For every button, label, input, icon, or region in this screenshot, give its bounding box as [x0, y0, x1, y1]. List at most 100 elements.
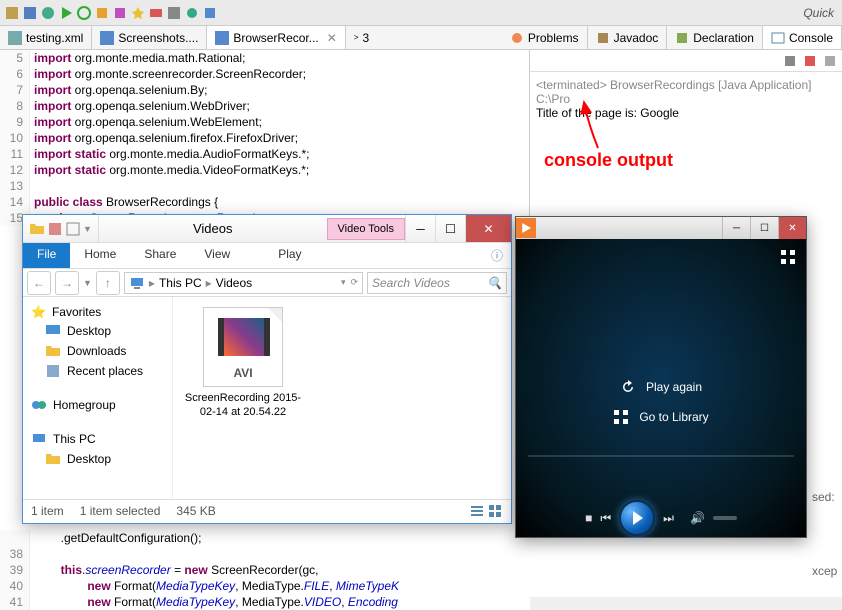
status-count: 1 item: [31, 504, 64, 518]
maximize-button[interactable]: ☐: [435, 215, 465, 242]
maximize-button[interactable]: ☐: [750, 217, 778, 239]
toolbar-icon[interactable]: [40, 5, 56, 21]
folder-icon[interactable]: [29, 221, 45, 237]
nav-up-button[interactable]: ↑: [96, 271, 120, 295]
go-to-library-button[interactable]: Go to Library: [613, 409, 708, 425]
volume-slider[interactable]: [713, 516, 737, 520]
downloads-icon: [45, 343, 61, 359]
toolbar-icon[interactable]: [4, 5, 20, 21]
qat-icon[interactable]: [47, 221, 63, 237]
explorer-address-row: ← → ▼ ↑ ▸ This PC ▸ Videos ▾ ⟳ Search Vi…: [23, 269, 511, 297]
close-button[interactable]: ✕: [778, 217, 806, 239]
ribbon-help-icon[interactable]: ⓘ: [483, 243, 511, 268]
run-icon[interactable]: [58, 5, 74, 21]
ribbon-share[interactable]: Share: [130, 243, 190, 268]
tab-label: Declaration: [693, 31, 754, 45]
nav-thispc[interactable]: This PC: [27, 429, 168, 449]
ribbon-play[interactable]: Play: [264, 243, 315, 268]
nav-downloads[interactable]: Downloads: [27, 341, 168, 361]
progress-bar[interactable]: [528, 455, 794, 457]
view-icons-icon[interactable]: [487, 503, 503, 519]
explorer-title: Videos: [99, 221, 327, 236]
stop-button[interactable]: ■: [585, 511, 592, 525]
tab-label: Javadoc: [614, 31, 659, 45]
recent-icon: [45, 363, 61, 379]
next-button[interactable]: ⏭: [663, 511, 674, 526]
player-titlebar[interactable]: ─ ☐ ✕: [516, 217, 806, 239]
qat-icon[interactable]: [65, 221, 81, 237]
view-details-icon[interactable]: [469, 503, 485, 519]
nav-homegroup[interactable]: Homegroup: [27, 395, 168, 415]
file-name: ScreenRecording 2015-02-14 at 20.54.22: [183, 391, 303, 419]
replay-icon: [620, 379, 636, 395]
breadcrumb[interactable]: This PC: [159, 276, 202, 290]
minimize-button[interactable]: ─: [722, 217, 750, 239]
search-icon: 🔍: [487, 276, 502, 290]
tab-label: BrowserRecor...: [233, 31, 318, 45]
folder-icon: [45, 451, 61, 467]
main-toolbar: Quick: [0, 0, 842, 26]
pc-icon: [31, 431, 47, 447]
quick-access[interactable]: Quick: [803, 6, 838, 20]
toolbar-icon[interactable]: [130, 5, 146, 21]
nav-forward-button[interactable]: →: [55, 271, 79, 295]
toolbar-icon[interactable]: [184, 5, 200, 21]
ribbon-view[interactable]: View: [190, 243, 244, 268]
console-terminated: <terminated> BrowserRecordings [Java App…: [536, 78, 836, 106]
nav-desktop[interactable]: Desktop: [27, 321, 168, 341]
nav-recent[interactable]: Recent places: [27, 361, 168, 381]
tab-label: Problems: [528, 31, 579, 45]
file-item[interactable]: AVI ScreenRecording 2015-02-14 at 20.54.…: [183, 307, 303, 419]
fullscreen-icon[interactable]: [780, 249, 796, 265]
player-body: Play again Go to Library: [516, 239, 806, 499]
toolbar-icon[interactable]: [148, 5, 164, 21]
avi-file-icon: AVI: [203, 307, 283, 387]
close-icon[interactable]: ✕: [327, 31, 337, 45]
nav-desktop2[interactable]: Desktop: [27, 449, 168, 469]
search-input[interactable]: Search Videos 🔍: [367, 272, 507, 294]
tab-declaration[interactable]: Declaration: [667, 26, 763, 49]
ribbon-file[interactable]: File: [23, 243, 70, 268]
tab-overflow[interactable]: > 3: [346, 26, 377, 49]
minimize-button[interactable]: ─: [405, 215, 435, 242]
editor-tabs-right: Problems Javadoc Declaration Console: [502, 26, 842, 50]
explorer-content[interactable]: AVI ScreenRecording 2015-02-14 at 20.54.…: [173, 297, 511, 499]
tab-testing-xml[interactable]: testing.xml: [0, 26, 92, 49]
console-toolbar-icon[interactable]: [822, 53, 838, 69]
toolbar-icon[interactable]: [94, 5, 110, 21]
prev-button[interactable]: ⏮: [600, 511, 611, 526]
tab-problems[interactable]: Problems: [502, 26, 588, 49]
tab-console[interactable]: Console: [763, 26, 842, 49]
play-again-button[interactable]: Play again: [620, 379, 702, 395]
console-output-line: Title of the page is: Google: [536, 106, 836, 120]
close-button[interactable]: ✕: [465, 215, 511, 242]
tab-screenshots[interactable]: Screenshots....: [92, 26, 207, 49]
volume-icon[interactable]: 🔊: [690, 511, 705, 525]
status-size: 345 KB: [176, 504, 215, 518]
explorer-ribbon: File Home Share View Play ⓘ: [23, 243, 511, 269]
qat-dropdown[interactable]: ▼: [83, 224, 92, 234]
nav-favorites[interactable]: ⭐Favorites: [27, 303, 168, 321]
nav-back-button[interactable]: ←: [27, 271, 51, 295]
console-toolbar-icon[interactable]: [782, 53, 798, 69]
desktop-icon: [45, 323, 61, 339]
tab-browserrecor[interactable]: BrowserRecor... ✕: [207, 26, 345, 49]
toolbar-icon[interactable]: [112, 5, 128, 21]
address-bar[interactable]: ▸ This PC ▸ Videos ▾ ⟳: [124, 272, 363, 294]
toolbar-icon[interactable]: [166, 5, 182, 21]
nav-recent-dropdown[interactable]: ▼: [83, 278, 92, 288]
toolbar-icon[interactable]: [202, 5, 218, 21]
play-button[interactable]: [619, 500, 655, 536]
library-icon: [613, 409, 629, 425]
breadcrumb[interactable]: Videos: [216, 276, 252, 290]
explorer-titlebar[interactable]: ▼ Videos Video Tools ─ ☐ ✕: [23, 215, 511, 243]
search-placeholder: Search Videos: [372, 276, 450, 290]
console-toolbar-icon[interactable]: [802, 53, 818, 69]
toolbar-icon[interactable]: [76, 5, 92, 21]
video-tools-tab[interactable]: Video Tools: [327, 218, 405, 240]
explorer-statusbar: 1 item 1 item selected 345 KB: [23, 499, 511, 521]
tab-javadoc[interactable]: Javadoc: [588, 26, 668, 49]
player-controls: ■ ⏮ ⏭ 🔊: [516, 499, 806, 537]
toolbar-icon[interactable]: [22, 5, 38, 21]
ribbon-home[interactable]: Home: [70, 243, 130, 268]
